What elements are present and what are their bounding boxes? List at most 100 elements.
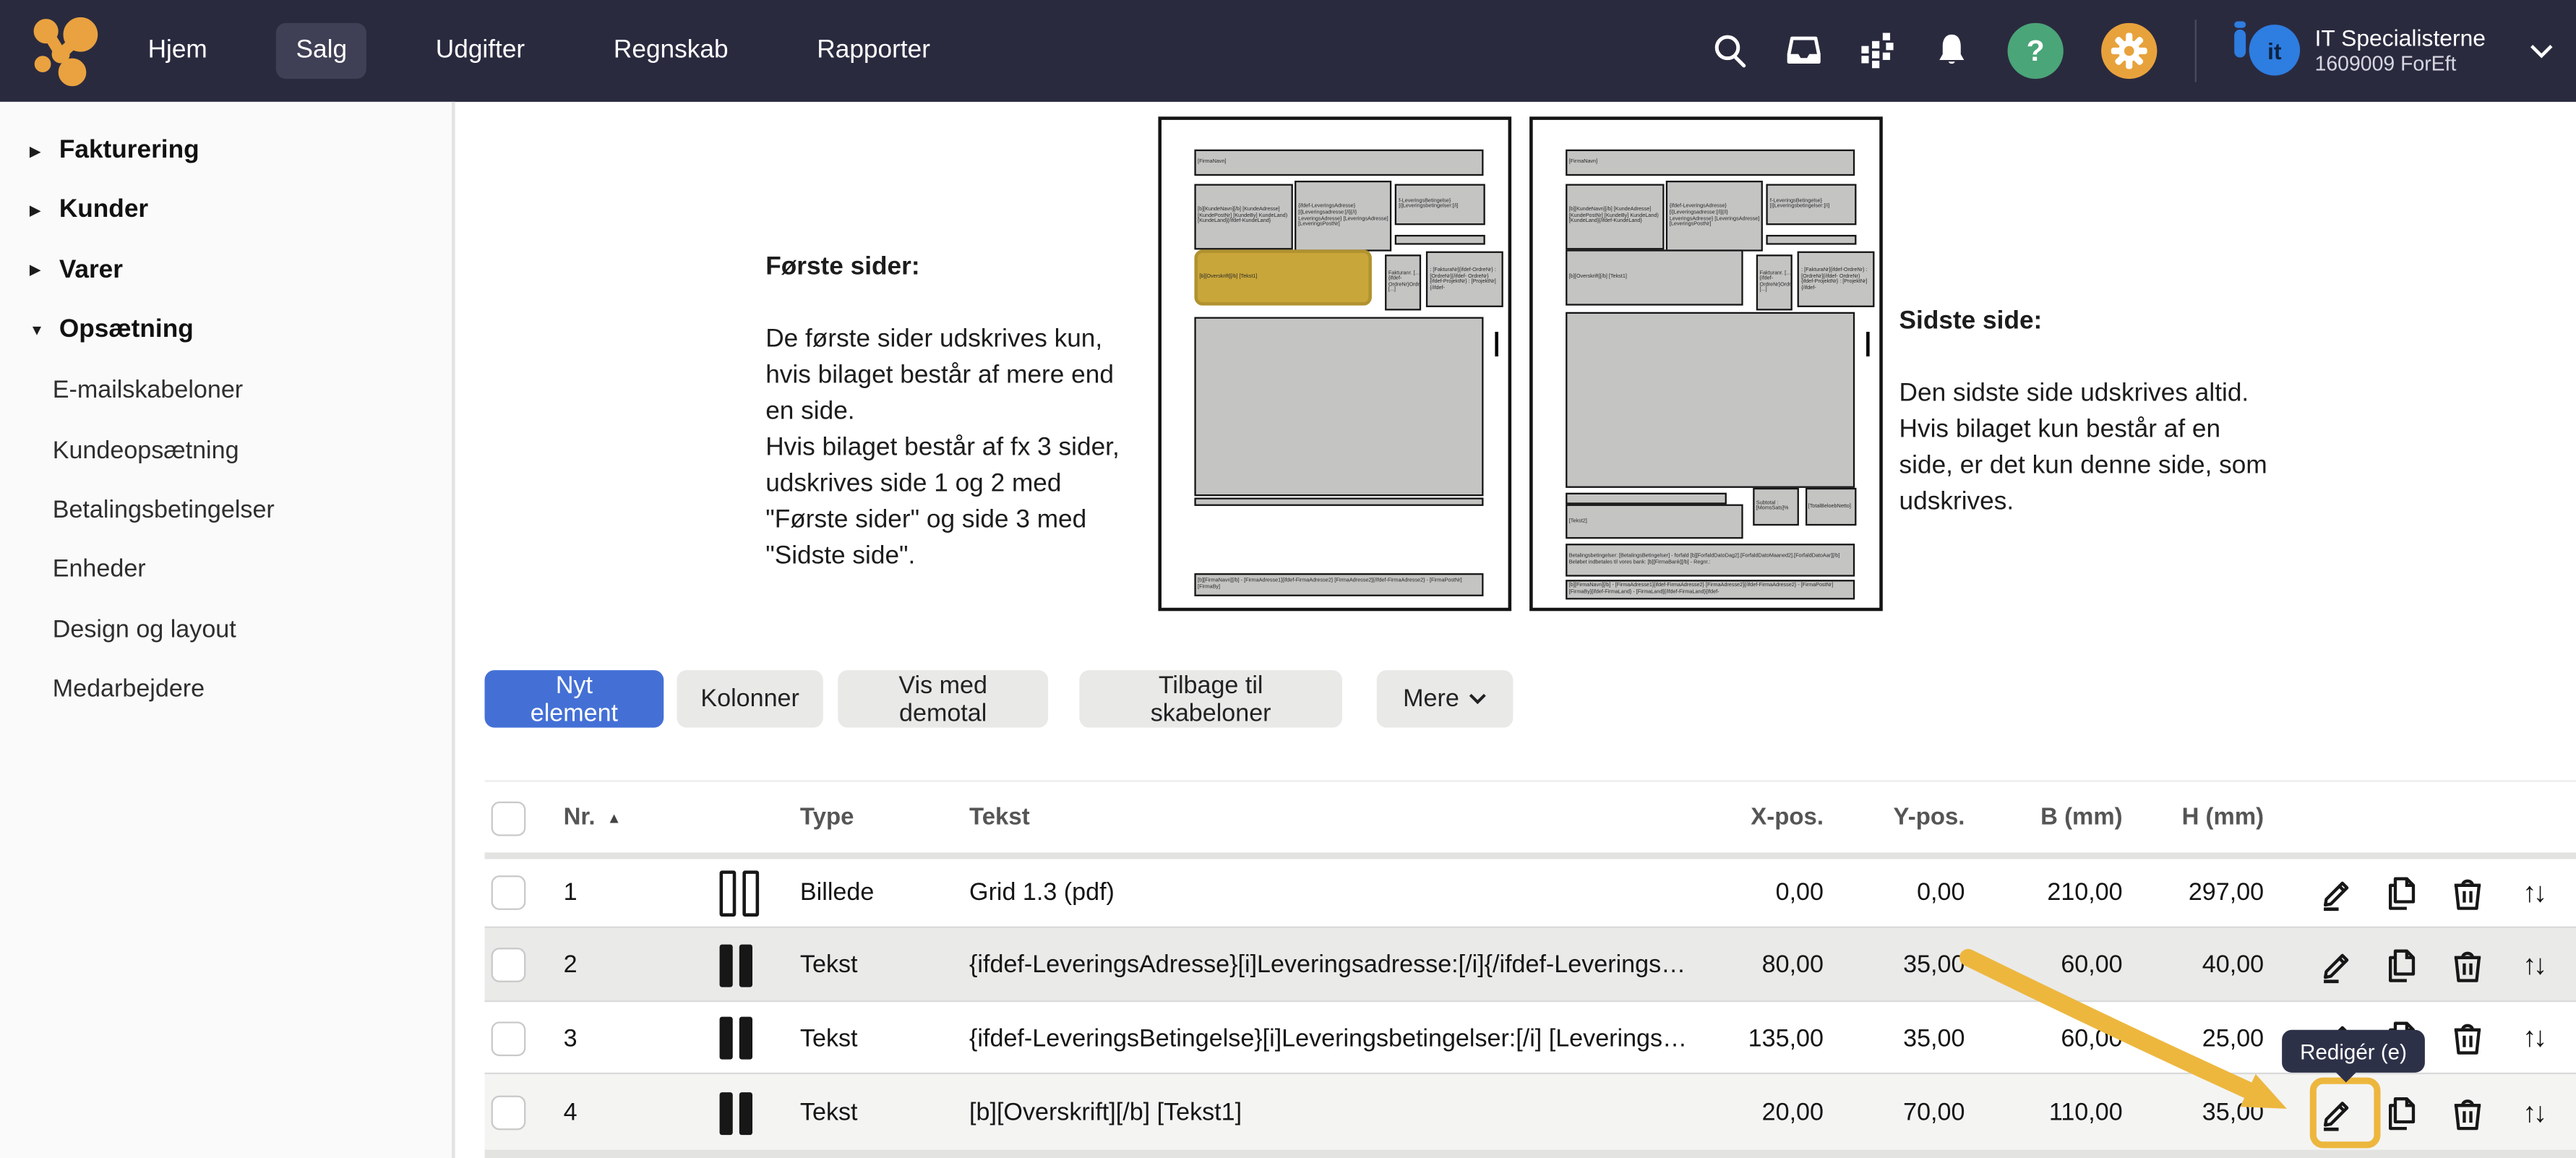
preview-block: [b][FirmaNavn][/b] - [FirmaAdresse1]{ifd… — [1195, 572, 1484, 596]
copy-icon[interactable] — [2381, 1091, 2423, 1134]
trash-icon[interactable] — [2446, 943, 2489, 986]
row-y: 35,00 — [1824, 1002, 1965, 1074]
table-header-divider — [485, 852, 2576, 859]
col-b-mm[interactable]: B (mm) — [1965, 782, 2122, 854]
sidebar-item-label: Opsætning — [59, 316, 194, 346]
settings-gear-icon[interactable] — [2101, 23, 2157, 79]
row-nr: 2 — [564, 928, 578, 1002]
last-page-body: Den sidste side udskrives altid. Hvis bi… — [1899, 379, 2267, 516]
row-checkbox[interactable] — [491, 1021, 526, 1055]
preview-block: f-LeveringsBetingelse}[i]Leveringsbeting… — [1396, 184, 1486, 225]
back-to-templates-button[interactable]: Tilbage til skabeloner — [1079, 670, 1342, 728]
company-org-number: 1609009 ForEft — [2315, 53, 2486, 77]
row-b: 110,00 — [1965, 1074, 2122, 1151]
row-b: 60,00 — [1965, 928, 2122, 1002]
row-checkbox[interactable] — [491, 1096, 526, 1131]
row-actions: ↑↓ — [2295, 928, 2576, 1002]
sidebar-item-e-mailskabeloner[interactable]: E-mailskabeloner — [0, 361, 452, 420]
expand-arrow-icon: ▶ — [30, 262, 53, 280]
preview-block: {ifdef-LeveringsAdresse}[i]Leveringsadre… — [1666, 181, 1763, 252]
move-up-down-icon[interactable]: ↑↓ — [2512, 871, 2554, 914]
search-icon[interactable] — [1712, 33, 1748, 69]
col-x-pos[interactable]: X-pos. — [1635, 782, 1824, 854]
row-checkbox[interactable] — [491, 875, 526, 910]
table-row[interactable]: 3 Tekst {ifdef-LeveringsBetingelse}[i]Le… — [485, 1000, 2576, 1074]
row-checkbox[interactable] — [491, 948, 526, 982]
preview-block — [1566, 492, 1727, 505]
move-up-down-icon[interactable]: ↑↓ — [2512, 943, 2554, 986]
nav-item-regnskab[interactable]: Regnskab — [594, 23, 748, 79]
text-element-icon — [720, 943, 752, 986]
last-page-title: Sidste side: — [1899, 307, 2043, 335]
select-all-checkbox[interactable] — [491, 801, 526, 836]
columns-button[interactable]: Kolonner — [677, 670, 823, 728]
bell-icon[interactable] — [1933, 33, 1970, 69]
row-tekst: [b][Overskrift][/b] [Tekst1] — [969, 1074, 1717, 1151]
table-row[interactable]: 4 Tekst [b][Overskrift][/b] [Tekst1] 20,… — [485, 1073, 2576, 1151]
preview-block: [b][FirmaNavn][/b] - [FirmaAdresse1]{ifd… — [1566, 580, 1855, 599]
sidebar-item-label: Kunder — [59, 196, 148, 226]
copy-icon[interactable] — [2381, 943, 2423, 986]
row-b: 60,00 — [1965, 1002, 2122, 1074]
nav-item-rapporter[interactable]: Rapporter — [797, 23, 950, 79]
move-up-down-icon[interactable]: ↑↓ — [2512, 1017, 2554, 1060]
navbar-right-group: ? it — [1712, 0, 2559, 102]
copy-icon[interactable] — [2381, 871, 2423, 914]
sidebar-item-kunder[interactable]: ▶ Kunder — [0, 181, 452, 241]
new-element-button[interactable]: Nyt element — [485, 670, 664, 728]
sidebar-item-ops-tning[interactable]: ▼Opsætning — [0, 301, 452, 360]
row-x: 0,00 — [1635, 859, 1824, 926]
row-nr: 3 — [564, 1002, 578, 1074]
table-row[interactable]: 2 Tekst {ifdef-LeveringsAdresse}[i]Lever… — [485, 927, 2576, 1003]
nav-item-hjem[interactable]: Hjem — [128, 23, 227, 79]
preview-block: [Tekst2] — [1566, 505, 1743, 539]
trash-icon[interactable] — [2446, 871, 2489, 914]
col-y-pos[interactable]: Y-pos. — [1824, 782, 1965, 854]
help-icon[interactable]: ? — [2008, 23, 2064, 79]
row-b: 210,00 — [1965, 859, 2122, 926]
chevron-down-icon[interactable] — [2523, 33, 2559, 69]
row-h: 25,00 — [2123, 1002, 2264, 1074]
image-element-icon — [720, 870, 760, 916]
row-y: 0,00 — [1824, 859, 1965, 926]
move-up-down-icon[interactable]: ↑↓ — [2512, 1091, 2554, 1134]
preview-block — [1396, 234, 1486, 245]
text-element-icon — [720, 1017, 752, 1060]
sidebar-item-kundeops-tning[interactable]: Kundeopsætning — [0, 421, 452, 480]
sidebar-item-enheder[interactable]: Enheder — [0, 540, 452, 599]
trash-icon[interactable] — [2446, 1017, 2489, 1060]
nav-item-udgifter[interactable]: Udgifter — [416, 23, 545, 79]
company-logo-icon: it — [2234, 22, 2300, 81]
nav-item-salg[interactable]: Salg — [276, 23, 366, 79]
col-h-mm[interactable]: H (mm) — [2123, 782, 2264, 854]
app-viewport: Hjem Salg Udgifter Regnskab Rapporter — [0, 0, 2576, 1158]
sidebar: ▶Fakturering ▶ Kunder ▶Varer▼OpsætningE-mai… — [0, 102, 455, 1158]
table-row[interactable]: 1 Billede Grid 1.3 (pdf) 0,00 0,00 210,0… — [485, 859, 2576, 926]
col-type[interactable]: Type — [800, 782, 854, 854]
account-switcher[interactable]: it IT Specialisterne 1609009 ForEft — [2234, 22, 2486, 81]
expand-arrow-icon: ▶ — [30, 202, 53, 220]
preview-block — [1195, 498, 1484, 505]
table-header: Nr.▲ Type Tekst X-pos. Y-pos. B (mm) H (… — [485, 780, 2576, 854]
edit-pencil-icon[interactable] — [2315, 943, 2358, 986]
col-tekst[interactable]: Tekst — [969, 782, 1717, 854]
inbox-icon[interactable] — [1786, 33, 1822, 69]
economic-logo-icon[interactable] — [26, 13, 102, 89]
company-name: IT Specialisterne — [2315, 25, 2486, 53]
col-nr[interactable]: Nr. — [564, 805, 596, 831]
sidebar-item-design-og-layout[interactable]: Design og layout — [0, 600, 452, 659]
sidebar-item-varer[interactable]: ▶Varer — [0, 241, 452, 301]
sidebar-item-medarbejdere[interactable]: Medarbejdere — [0, 660, 452, 719]
last-page-description: Sidste side: Den sidste side udskrives a… — [1899, 267, 2277, 520]
trash-icon[interactable] — [2446, 1091, 2489, 1134]
row-y: 70,00 — [1824, 1074, 1965, 1151]
apps-grid-icon[interactable] — [1860, 33, 1896, 69]
first-pages-title: Første sider: — [765, 253, 919, 281]
sidebar-item-betalingsbetingelser[interactable]: Betalingsbetingelser — [0, 480, 452, 539]
preview-block — [1866, 332, 1870, 356]
preview-block: Subtotal : [MomsSats]% — [1753, 488, 1800, 525]
more-button[interactable]: Mere — [1377, 670, 1514, 728]
show-demo-values-button[interactable]: Vis med demotal — [838, 670, 1048, 728]
sidebar-item-fakturering[interactable]: ▶Fakturering — [0, 121, 452, 181]
edit-pencil-icon[interactable] — [2315, 871, 2358, 914]
